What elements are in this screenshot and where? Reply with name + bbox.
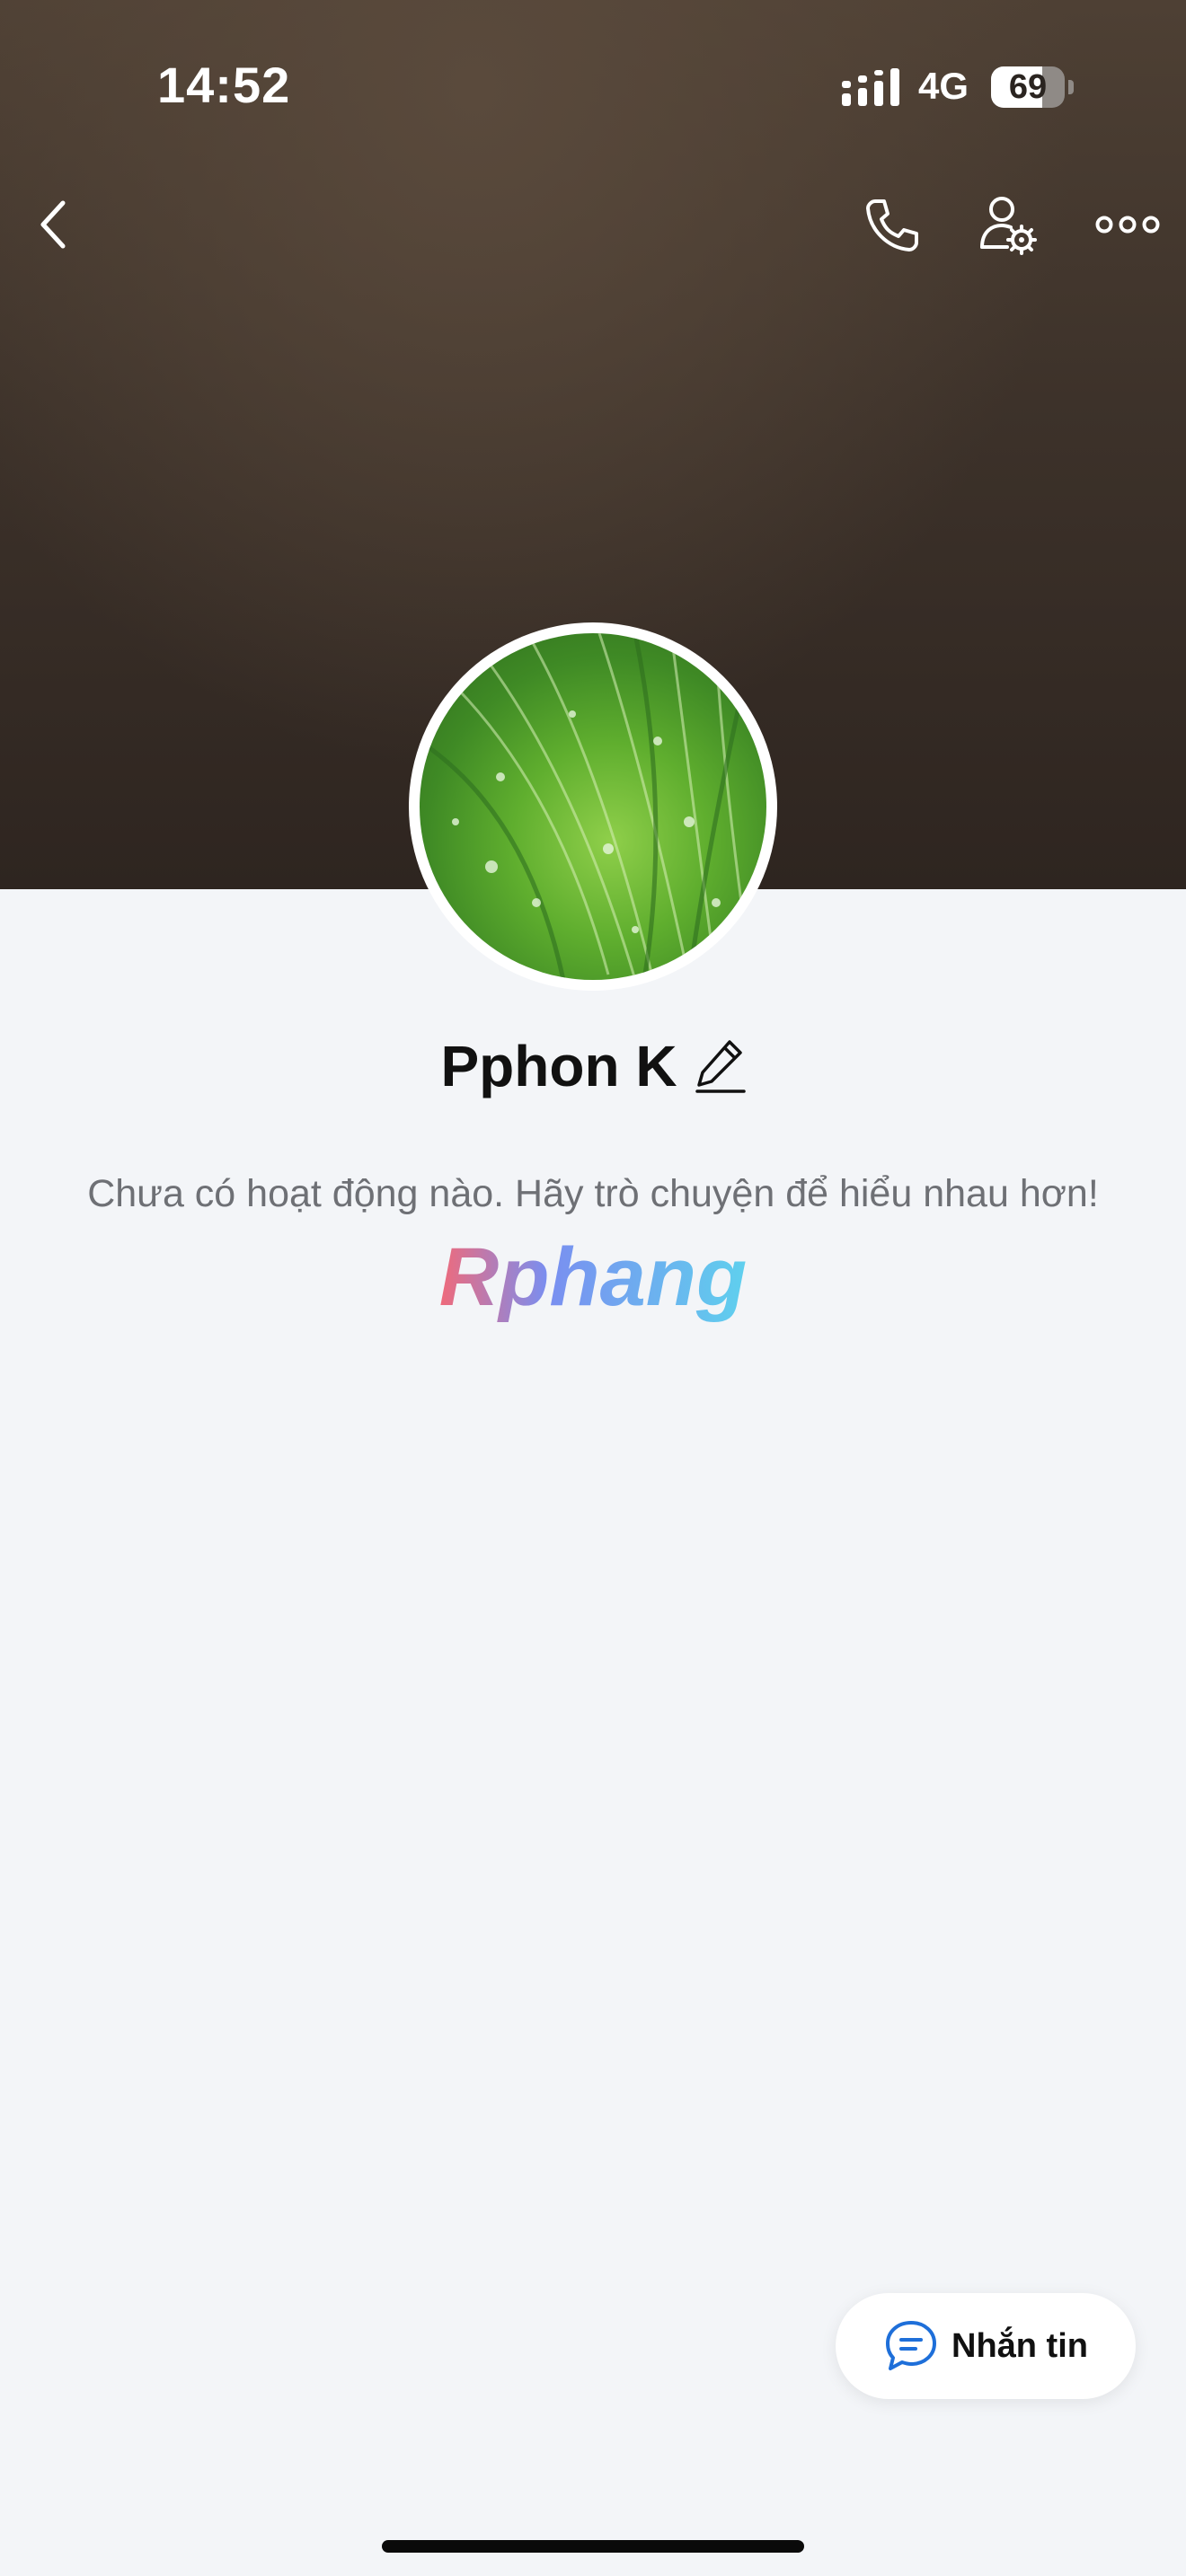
status-bar: 14:52 4G 69 — [0, 0, 1186, 171]
status-time: 14:52 — [157, 57, 291, 113]
battery-tip — [1068, 80, 1074, 94]
user-settings-icon — [980, 197, 1037, 255]
avatar-image — [420, 633, 754, 980]
chat-icon — [886, 2321, 936, 2370]
edit-name-icon[interactable] — [695, 1038, 746, 1094]
battery-level: 69 — [1008, 68, 1048, 106]
more-button[interactable] — [1092, 189, 1164, 260]
svg-text:Rphang: Rphang — [439, 1235, 747, 1323]
more-icon — [1095, 216, 1160, 234]
profile-name: Pphon K — [440, 1034, 677, 1098]
back-icon — [40, 200, 66, 249]
send-message-button[interactable]: Nhắn tin — [836, 2293, 1136, 2399]
signal-icon — [842, 68, 899, 106]
home-indicator[interactable] — [382, 2540, 804, 2553]
send-message-label: Nhắn tin — [951, 2326, 1088, 2365]
call-button[interactable] — [855, 189, 927, 260]
phone-icon — [866, 199, 918, 251]
profile-name-row: Pphon K — [0, 1033, 1186, 1099]
avatar[interactable] — [420, 633, 766, 980]
network-type: 4G — [918, 65, 969, 107]
battery-indicator: 69 — [991, 66, 1065, 108]
empty-activity-message: Chưa có hoạt động nào. Hãy trò chuyện để… — [87, 1172, 1099, 1215]
avatar-frame[interactable] — [409, 622, 777, 991]
back-button[interactable] — [18, 189, 90, 260]
user-settings-button[interactable] — [972, 189, 1044, 260]
watermark-logo: Rphang — [439, 1235, 747, 1323]
